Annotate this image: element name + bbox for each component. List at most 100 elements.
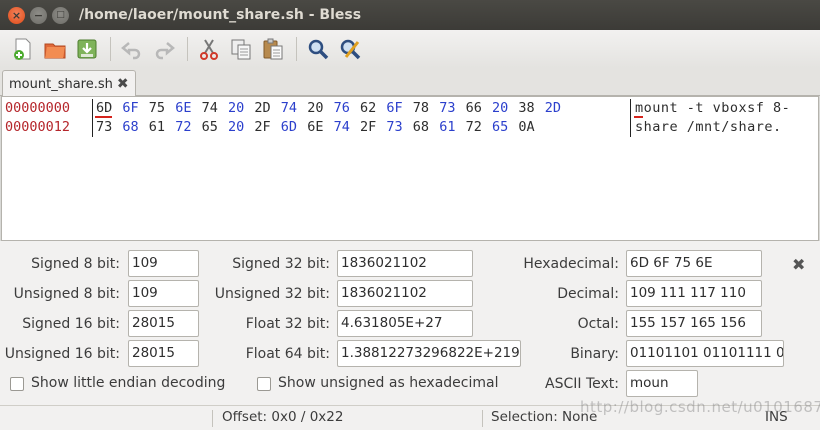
decimal-field[interactable]: 109 111 117 110 bbox=[626, 280, 762, 307]
cut-icon bbox=[200, 39, 218, 60]
unsigned-hex-checkbox[interactable] bbox=[257, 377, 271, 391]
hex-byte[interactable]: 76 bbox=[334, 100, 350, 116]
offset-divider bbox=[92, 99, 93, 137]
hex-byte[interactable]: 2D bbox=[545, 100, 561, 116]
window-title: /home/laoer/mount_share.sh - Bless bbox=[79, 7, 362, 23]
hex-byte[interactable]: 2D bbox=[254, 100, 270, 116]
hex-byte[interactable]: 20 bbox=[492, 100, 508, 116]
signed-32-label: Signed 32 bit: bbox=[232, 256, 330, 272]
save-button[interactable] bbox=[72, 34, 102, 64]
hex-byte[interactable]: 73 bbox=[439, 100, 455, 116]
ascii-text-field[interactable]: moun bbox=[626, 370, 698, 397]
undo-button[interactable] bbox=[117, 34, 147, 64]
toolbar-separator bbox=[110, 37, 111, 61]
hex-byte[interactable]: 62 bbox=[360, 100, 376, 116]
hex-byte[interactable]: 0A bbox=[518, 119, 534, 135]
hex-byte[interactable]: 2F bbox=[360, 119, 376, 135]
hex-byte[interactable]: 61 bbox=[149, 119, 165, 135]
watermark: http://blog.csdn.net/u010168781 bbox=[580, 398, 820, 416]
hex-byte[interactable]: 2F bbox=[254, 119, 270, 135]
find-icon bbox=[308, 39, 329, 60]
hex-byte[interactable]: 72 bbox=[466, 119, 482, 135]
ascii-line[interactable]: share /mnt/share. bbox=[635, 119, 782, 135]
status-separator bbox=[482, 410, 483, 427]
hex-byte[interactable]: 74 bbox=[334, 119, 350, 135]
hex-byte[interactable]: 73 bbox=[96, 119, 112, 135]
hex-byte[interactable]: 73 bbox=[386, 119, 402, 135]
signed-8-label: Signed 8 bit: bbox=[31, 256, 120, 272]
little-endian-checkbox[interactable] bbox=[10, 377, 24, 391]
ascii-line[interactable]: mount -t vboxsf 8- bbox=[635, 100, 790, 116]
unsigned-32-field[interactable]: 1836021102 bbox=[337, 280, 473, 307]
ascii-cursor bbox=[634, 116, 643, 118]
hex-byte[interactable]: 74 bbox=[202, 100, 218, 116]
new-file-button[interactable] bbox=[8, 34, 38, 64]
unsigned-32-label: Unsigned 32 bit: bbox=[214, 286, 330, 302]
find-replace-button[interactable] bbox=[335, 34, 365, 64]
signed-32-field[interactable]: 1836021102 bbox=[337, 250, 473, 277]
ascii-text-label: ASCII Text: bbox=[545, 376, 619, 392]
unsigned-16-label: Unsigned 16 bit: bbox=[4, 346, 120, 362]
hex-byte[interactable]: 78 bbox=[413, 100, 429, 116]
minimize-window-button[interactable]: − bbox=[30, 6, 47, 24]
octal-label: Octal: bbox=[577, 316, 619, 332]
ascii-divider bbox=[630, 99, 631, 137]
hexadecimal-field[interactable]: 6D 6F 75 6E bbox=[626, 250, 762, 277]
new-file-icon bbox=[14, 38, 31, 60]
hex-byte[interactable]: 68 bbox=[122, 119, 138, 135]
signed-8-field[interactable]: 109 bbox=[128, 250, 199, 277]
cut-button[interactable] bbox=[194, 34, 224, 64]
save-icon bbox=[77, 39, 97, 59]
unsigned-hex-label[interactable]: Show unsigned as hexadecimal bbox=[278, 375, 499, 391]
close-window-button[interactable]: × bbox=[8, 6, 25, 24]
hex-byte[interactable]: 6D bbox=[281, 119, 297, 135]
hex-byte[interactable]: 72 bbox=[175, 119, 191, 135]
offset-label: 00000000 bbox=[5, 100, 71, 116]
hexadecimal-label: Hexadecimal: bbox=[523, 256, 619, 272]
open-file-button[interactable] bbox=[40, 34, 70, 64]
status-offset: Offset: 0x0 / 0x22 bbox=[222, 409, 344, 425]
hex-byte[interactable]: 20 bbox=[307, 100, 323, 116]
status-separator bbox=[212, 410, 213, 427]
binary-field[interactable]: 01101101 01101111 01110101 01101110 bbox=[626, 340, 784, 367]
maximize-icon: □ bbox=[56, 10, 65, 20]
copy-button[interactable] bbox=[226, 34, 256, 64]
float-32-field[interactable]: 4.631805E+27 bbox=[337, 310, 473, 337]
hex-byte[interactable]: 74 bbox=[281, 100, 297, 116]
unsigned-16-field[interactable]: 28015 bbox=[128, 340, 199, 367]
redo-button[interactable] bbox=[149, 34, 179, 64]
little-endian-label[interactable]: Show little endian decoding bbox=[31, 375, 225, 391]
close-icon: × bbox=[11, 8, 22, 22]
paste-button[interactable] bbox=[258, 34, 288, 64]
offset-label: 00000012 bbox=[5, 119, 71, 135]
hex-editor-view[interactable]: 00000000 6D 6F 75 6E 74 20 2D 74 20 76 62 6F 78 73 66 20… bbox=[1, 96, 819, 241]
hex-byte[interactable]: 6D bbox=[96, 100, 112, 116]
hex-byte[interactable]: 68 bbox=[413, 119, 429, 135]
hex-byte[interactable]: 66 bbox=[466, 100, 482, 116]
copy-icon bbox=[231, 39, 251, 60]
octal-field[interactable]: 155 157 165 156 bbox=[626, 310, 762, 337]
hex-byte[interactable]: 65 bbox=[202, 119, 218, 135]
close-panel-icon[interactable]: ✖ bbox=[792, 255, 805, 274]
binary-label: Binary: bbox=[570, 346, 619, 362]
maximize-window-button[interactable]: □ bbox=[52, 6, 69, 24]
minimize-icon: − bbox=[33, 8, 44, 22]
hex-byte[interactable]: 65 bbox=[492, 119, 508, 135]
hex-byte[interactable]: 61 bbox=[439, 119, 455, 135]
hex-byte[interactable]: 20 bbox=[228, 119, 244, 135]
hex-byte[interactable]: 20 bbox=[228, 100, 244, 116]
toolbar bbox=[0, 30, 820, 68]
hex-byte[interactable]: 38 bbox=[518, 100, 534, 116]
tab-close-icon[interactable]: ✖ bbox=[117, 76, 129, 92]
open-folder-icon bbox=[44, 43, 66, 59]
toolbar-separator bbox=[187, 37, 188, 61]
hex-byte[interactable]: 6E bbox=[175, 100, 191, 116]
find-button[interactable] bbox=[303, 34, 333, 64]
tab-mount-share[interactable]: mount_share.sh ✖ bbox=[2, 70, 136, 97]
hex-byte[interactable]: 6E bbox=[307, 119, 323, 135]
hex-byte[interactable]: 6F bbox=[386, 100, 402, 116]
hex-byte[interactable]: 6F bbox=[122, 100, 138, 116]
signed-16-field[interactable]: 28015 bbox=[128, 310, 199, 337]
hex-byte[interactable]: 75 bbox=[149, 100, 165, 116]
unsigned-8-field[interactable]: 109 bbox=[128, 280, 199, 307]
